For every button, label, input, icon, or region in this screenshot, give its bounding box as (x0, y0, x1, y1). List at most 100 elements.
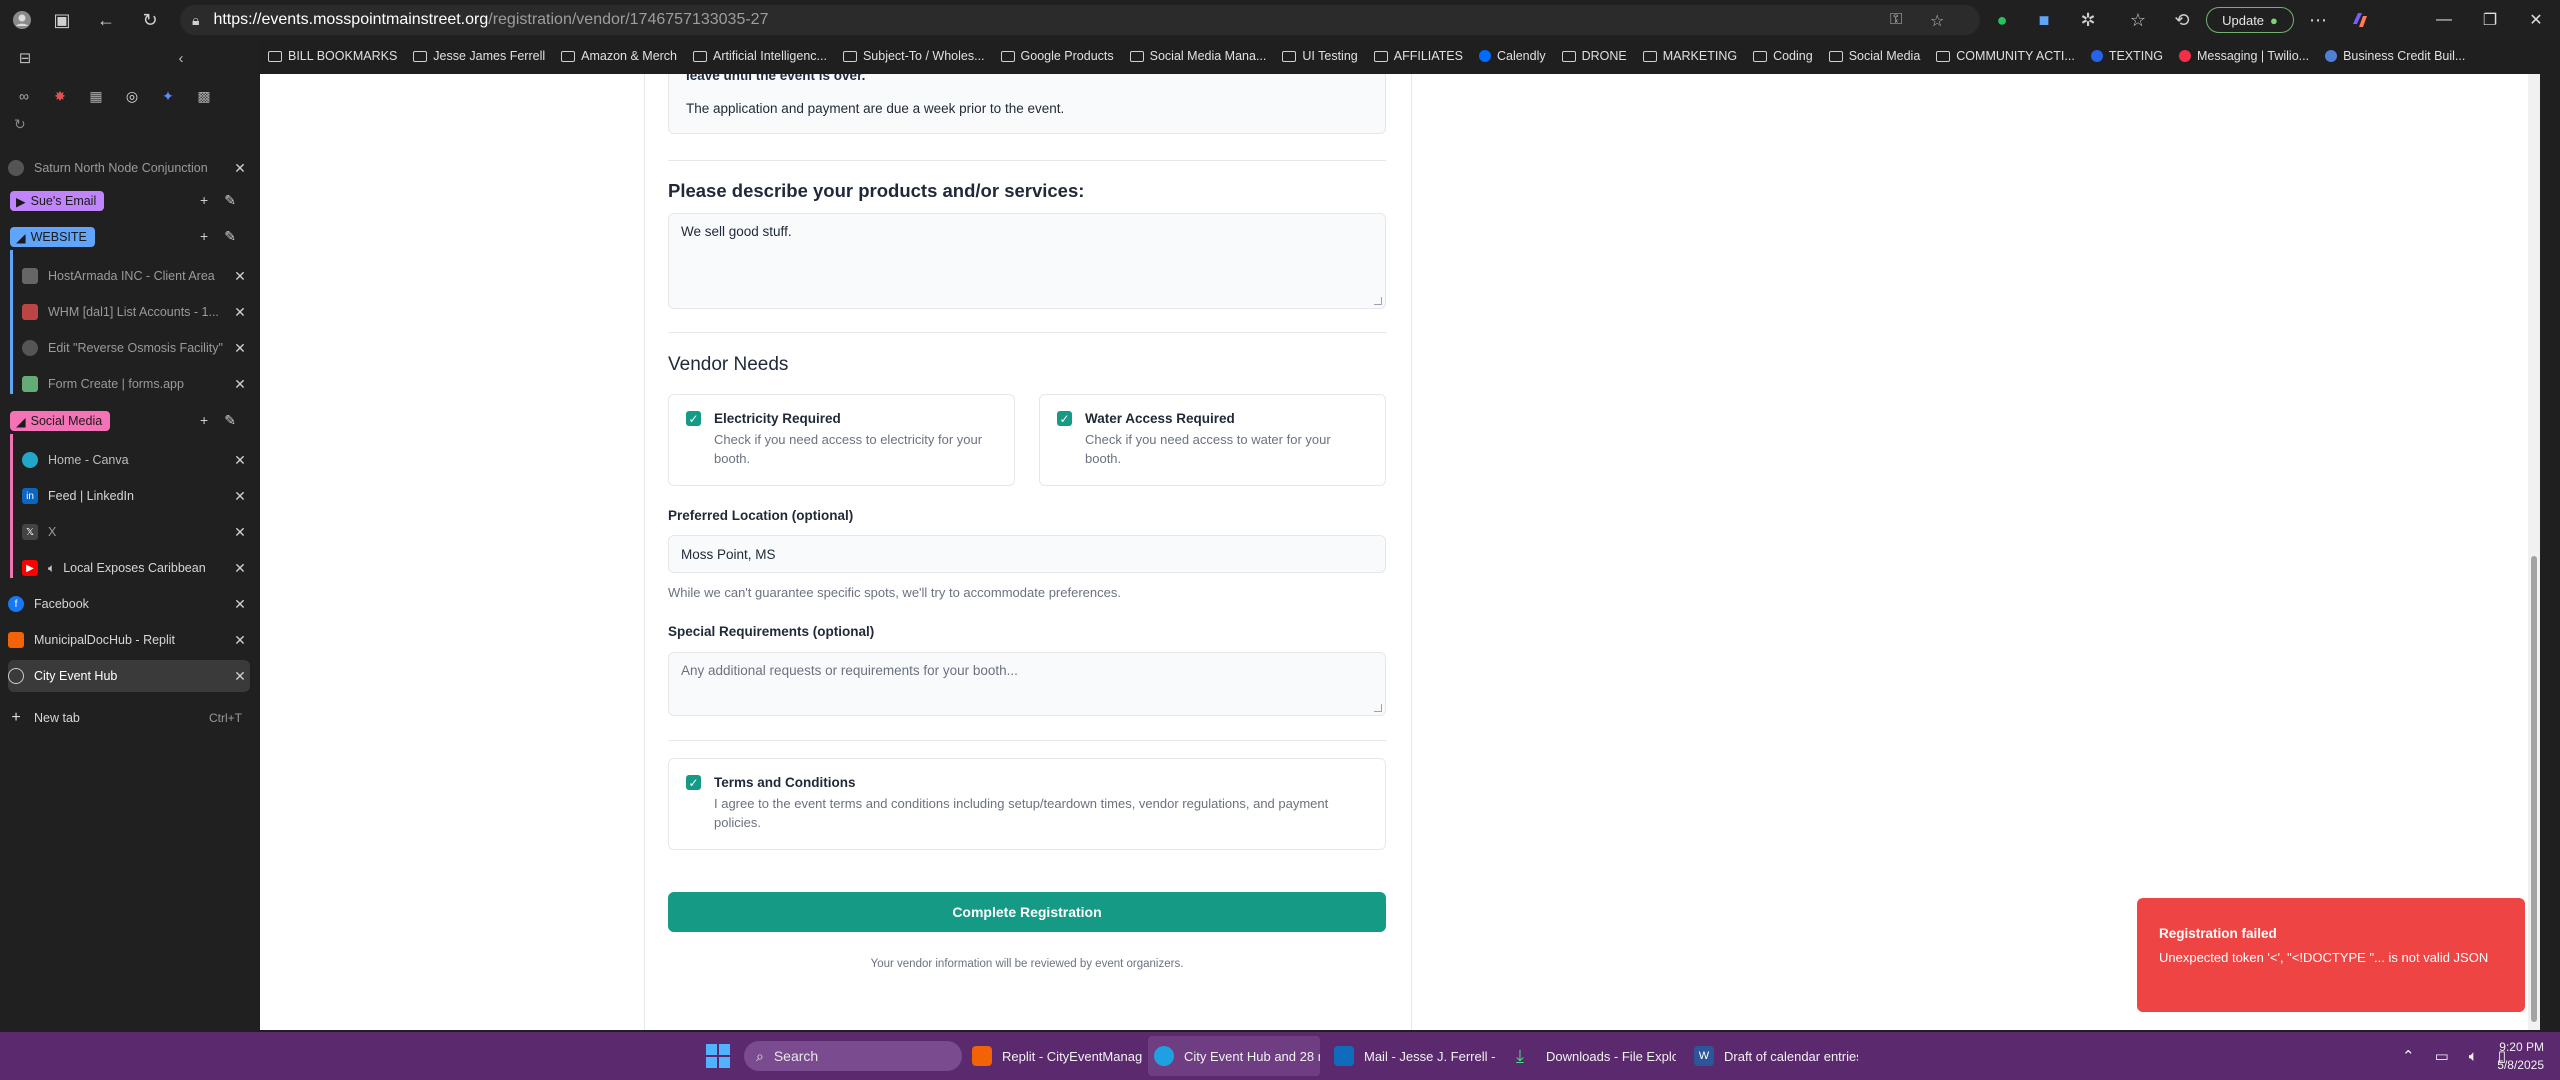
maximize-icon[interactable]: ❐ (2466, 0, 2514, 40)
bookmark-item[interactable]: Subject-To / Wholes... (835, 44, 993, 68)
favorite-star-icon[interactable]: ☆ (1930, 11, 1944, 31)
tab-city-event-hub[interactable]: City Event Hub ✕ (8, 660, 250, 692)
error-toast[interactable]: Registration failed Unexpected token '<'… (2137, 898, 2525, 1012)
minimize-icon[interactable]: — (2420, 0, 2468, 40)
taskbar-search[interactable]: ⌕ Search (744, 1041, 962, 1071)
products-textarea[interactable]: We sell good stuff. (668, 213, 1386, 309)
close-tab-icon[interactable]: ✕ (230, 268, 250, 285)
pinned-tab-infinity-icon[interactable]: ∞ (10, 82, 38, 110)
key-icon[interactable]: ⚿ (1890, 11, 1902, 29)
new-tab-button[interactable]: + New tab Ctrl+T (8, 702, 250, 734)
pinned-tab-refresh-icon[interactable]: ↻ (14, 116, 26, 133)
tab-whm[interactable]: WHM [dal1] List Accounts - 1... ✕ (22, 296, 250, 328)
edit-icon[interactable]: ✎ (224, 412, 236, 429)
copilot-icon[interactable] (2342, 2, 2378, 38)
bookmark-item[interactable]: MARKETING (1635, 44, 1745, 68)
taskbar-app-edge[interactable]: City Event Hub and 28 r (1148, 1036, 1320, 1076)
taskbar-app-replit[interactable]: Replit - CityEventManag (972, 1036, 1144, 1076)
pinned-tab-sparkle-icon[interactable]: ✦ (154, 82, 182, 110)
close-tab-icon[interactable]: ✕ (230, 524, 250, 541)
close-tab-icon[interactable]: ✕ (230, 596, 250, 613)
extension-green-icon[interactable]: ● (1984, 2, 2020, 38)
extensions-icon[interactable]: ✲ (2070, 2, 2106, 38)
close-tab-icon[interactable]: ✕ (230, 632, 250, 649)
water-checkbox[interactable]: ✓ (1057, 411, 1072, 426)
lock-icon[interactable]: 🔒︎ (192, 12, 199, 29)
tab-group-sue[interactable]: ▶ Sue's Email (10, 190, 105, 212)
tab-hostarmada[interactable]: HostArmada INC - Client Area ✕ (22, 260, 250, 292)
profile-avatar-icon[interactable] (4, 2, 40, 38)
page-scrollbar[interactable] (2528, 74, 2540, 1030)
bookmark-item[interactable]: COMMUNITY ACTI... (1928, 44, 2083, 68)
tab-saturn[interactable]: Saturn North Node Conjunction ✕ (8, 152, 250, 184)
bookmark-item[interactable]: Social Media (1821, 44, 1929, 68)
favorites-icon[interactable]: ☆ (2120, 2, 2156, 38)
bookmark-item[interactable]: Jesse James Ferrell (405, 44, 553, 68)
location-input[interactable]: Moss Point, MS (668, 535, 1386, 573)
bookmark-item[interactable]: AFFILIATES (1366, 44, 1471, 68)
taskbar-app-mail[interactable]: Mail - Jesse J. Ferrell - C (1334, 1036, 1498, 1076)
electricity-checkbox[interactable]: ✓ (686, 411, 701, 426)
tab-facebook[interactable]: f Facebook ✕ (8, 588, 250, 620)
extension-blue-icon[interactable]: ■ (2026, 2, 2062, 38)
close-tab-icon[interactable]: ✕ (230, 304, 250, 321)
pinned-tab-openai-icon[interactable]: ◎ (118, 82, 146, 110)
scrollbar-thumb[interactable] (2531, 556, 2537, 1022)
bookmark-item[interactable]: Coding (1745, 44, 1821, 68)
tab-group-website[interactable]: ◢ WEBSITE (10, 226, 95, 248)
tray-overflow-icon[interactable]: ⌃ (2402, 1047, 2415, 1065)
bookmark-item[interactable]: TEXTING (2083, 44, 2171, 68)
tab-youtube[interactable]: ▶ 🔈︎ Local Exposes Caribbean ✕ (22, 552, 250, 584)
close-tab-icon[interactable]: ✕ (230, 488, 250, 505)
taskbar-app-explorer[interactable]: ⤓ Downloads - File Explor (1516, 1036, 1676, 1076)
bookmark-item[interactable]: UI Testing (1274, 44, 1365, 68)
close-tab-icon[interactable]: ✕ (230, 160, 250, 177)
resize-grip-icon[interactable] (1374, 297, 1382, 305)
edit-icon[interactable]: ✎ (224, 228, 236, 245)
close-window-icon[interactable]: ✕ (2512, 0, 2560, 40)
close-tab-icon[interactable]: ✕ (230, 376, 250, 393)
complete-registration-button[interactable]: Complete Registration (668, 892, 1386, 932)
workspaces-icon[interactable]: ▣ (44, 2, 80, 38)
group-chip[interactable]: ◢ WEBSITE (10, 227, 95, 247)
add-icon[interactable]: + (200, 412, 208, 429)
bookmark-item[interactable]: Google Products (993, 44, 1122, 68)
pinned-tab-grid-icon[interactable]: ▩ (190, 82, 218, 110)
taskbar-clock[interactable]: 9:20 PM 5/8/2025 (2478, 1038, 2544, 1074)
bookmark-item[interactable]: Messaging | Twilio... (2171, 44, 2317, 68)
more-menu-icon[interactable]: ⋯ (2300, 2, 2336, 38)
volume-icon[interactable]: 🔈︎ (2469, 1048, 2478, 1065)
tab-municipaldochub[interactable]: MunicipalDocHub - Replit ✕ (8, 624, 250, 656)
refresh-icon[interactable]: ↻ (132, 2, 168, 38)
tab-group-social[interactable]: ◢ Social Media (10, 410, 111, 432)
tab-formcreate[interactable]: Form Create | forms.app ✕ (22, 368, 250, 400)
special-textarea[interactable]: Any additional requests or requirements … (668, 652, 1386, 716)
bookmark-item[interactable]: DRONE (1554, 44, 1635, 68)
bookmark-item[interactable]: Amazon & Merch (553, 44, 685, 68)
close-tab-icon[interactable]: ✕ (230, 560, 250, 577)
tab-linkedin[interactable]: in Feed | LinkedIn ✕ (22, 480, 250, 512)
update-button[interactable]: Update ● (2206, 7, 2294, 33)
tab-actions-icon[interactable]: ⊟ (10, 43, 40, 73)
bookmark-item[interactable]: Social Media Mana... (1122, 44, 1275, 68)
pinned-tab-red-icon[interactable]: ✸ (46, 82, 74, 110)
tab-edit-reverse-osmosis[interactable]: Edit "Reverse Osmosis Facility" ✕ (22, 332, 250, 364)
bookmark-item[interactable]: Artificial Intelligenc... (685, 44, 835, 68)
close-tab-icon[interactable]: ✕ (230, 668, 250, 685)
close-tab-icon[interactable]: ✕ (230, 340, 250, 357)
history-icon[interactable]: ⟲ (2164, 2, 2200, 38)
edit-icon[interactable]: ✎ (224, 192, 236, 209)
group-chip[interactable]: ◢ Social Media (10, 411, 111, 431)
back-icon[interactable]: ← (88, 2, 124, 38)
bookmark-item[interactable]: Business Credit Buil... (2317, 44, 2473, 68)
bookmark-item[interactable]: Calendly (1471, 44, 1554, 68)
tab-x[interactable]: 𝕏 X ✕ (22, 516, 250, 548)
bookmark-item[interactable]: BILL BOOKMARKS (260, 44, 405, 68)
tab-canva[interactable]: Home - Canva ✕ (22, 444, 250, 476)
resize-grip-icon[interactable] (1374, 704, 1382, 712)
close-tab-icon[interactable]: ✕ (230, 452, 250, 469)
group-chip[interactable]: ▶ Sue's Email (10, 191, 105, 211)
collapse-sidebar-icon[interactable]: ‹ (166, 43, 196, 73)
pinned-tab-square-icon[interactable]: ▦ (82, 82, 110, 110)
network-icon[interactable]: ▭ (2435, 1047, 2449, 1065)
